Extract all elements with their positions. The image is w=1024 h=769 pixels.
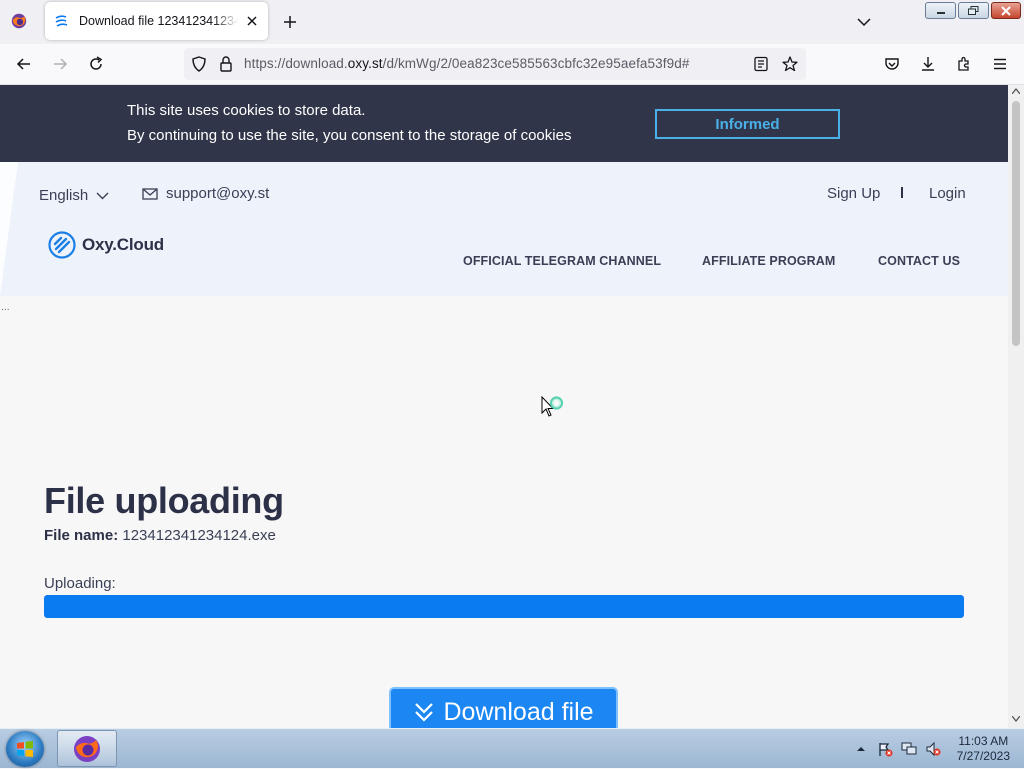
uploading-label: Uploading: — [44, 575, 116, 592]
restore-icon — [968, 6, 979, 15]
chevron-down-icon — [96, 192, 109, 199]
reader-view-icon[interactable] — [753, 56, 769, 72]
downloads-icon[interactable] — [919, 55, 937, 73]
minimize-button[interactable] — [925, 2, 956, 19]
nav-telegram-channel[interactable]: OFFICIAL TELEGRAM CHANNEL — [463, 254, 661, 268]
minimize-icon — [936, 11, 945, 14]
action-center-flag-icon[interactable] — [877, 741, 893, 757]
language-selector[interactable]: English — [39, 187, 109, 204]
support-email-text: support@oxy.st — [166, 185, 270, 202]
taskbar: 11:03 AM 7/27/2023 — [0, 728, 1024, 768]
start-button[interactable] — [6, 731, 44, 767]
taskbar-firefox-button[interactable] — [57, 730, 117, 767]
taskbar-clock[interactable]: 11:03 AM 7/27/2023 — [957, 734, 1010, 764]
cookie-accept-button[interactable]: Informed — [655, 109, 840, 139]
double-chevron-down-icon — [415, 703, 434, 722]
support-email-link[interactable]: support@oxy.st — [142, 185, 269, 202]
window-controls — [925, 2, 1021, 19]
header-decoration — [0, 162, 18, 296]
address-bar[interactable]: https://download.oxy.st/d/kmWg/2/0ea823c… — [184, 48, 806, 80]
browser-window: Download file 123412341234124.exe — [0, 0, 1024, 728]
download-file-label: Download file — [443, 697, 594, 726]
file-name-row: File name: 123412341234124.exe — [44, 527, 276, 544]
tracking-protection-shield-icon[interactable] — [190, 55, 208, 73]
new-tab-icon[interactable] — [281, 13, 299, 31]
cookie-text-line2: By continuing to use the site, you conse… — [127, 127, 572, 144]
lock-icon[interactable] — [218, 55, 234, 73]
web-page: This site uses cookies to store data. By… — [0, 85, 1008, 728]
network-icon[interactable] — [901, 741, 917, 757]
app-menu-icon[interactable] — [991, 55, 1009, 73]
url-domain: oxy.st — [347, 56, 383, 71]
clock-time: 11:03 AM — [958, 734, 1009, 748]
url-text[interactable]: https://download.oxy.st/d/kmWg/2/0ea823c… — [244, 56, 689, 71]
windows-logo-icon — [17, 741, 33, 757]
site-header: English support@oxy.st Sign Up Login Oxy… — [0, 162, 1008, 296]
forward-arrow-icon[interactable] — [51, 55, 69, 73]
language-label: English — [39, 187, 89, 204]
upload-progress-bar — [44, 595, 964, 618]
firefox-icon — [74, 735, 100, 762]
volume-muted-icon[interactable] — [925, 741, 941, 757]
close-window-icon — [1001, 5, 1011, 16]
firefox-menu-icon[interactable] — [10, 12, 28, 30]
scroll-up-icon[interactable] — [1012, 88, 1020, 94]
scrollbar-thumb[interactable] — [1012, 101, 1020, 346]
busy-cursor-icon — [541, 396, 564, 417]
oxy-cloud-logo-icon — [48, 231, 76, 259]
divider — [901, 187, 903, 198]
page-title: File uploading — [44, 480, 284, 521]
page-ellipsis: ... — [1, 303, 10, 313]
scroll-down-icon[interactable] — [1012, 716, 1020, 722]
upload-progress-fill — [44, 595, 964, 618]
nav-contact-us[interactable]: CONTACT US — [878, 254, 960, 268]
oxy-favicon-icon — [55, 15, 68, 27]
clock-date: 7/27/2023 — [956, 749, 1010, 763]
list-all-tabs-icon[interactable] — [856, 14, 872, 30]
mail-icon — [142, 187, 158, 200]
extensions-icon[interactable] — [955, 55, 973, 73]
show-hidden-icons-icon[interactable] — [853, 741, 869, 757]
close-window-button[interactable] — [991, 2, 1021, 19]
close-tab-icon[interactable] — [244, 13, 260, 29]
restore-button[interactable] — [958, 2, 989, 19]
navigation-toolbar: https://download.oxy.st/d/kmWg/2/0ea823c… — [0, 44, 1024, 85]
cookie-banner: This site uses cookies to store data. By… — [0, 85, 1008, 162]
back-arrow-icon[interactable] — [15, 55, 33, 73]
tab-download-file[interactable]: Download file 123412341234124.exe — [45, 2, 268, 40]
url-prefix: https://download. — [244, 56, 348, 71]
reload-icon[interactable] — [87, 55, 105, 73]
sign-up-link[interactable]: Sign Up — [827, 185, 880, 202]
logo-text: Oxy.Cloud — [82, 235, 164, 254]
bookmark-star-icon[interactable] — [781, 55, 799, 73]
login-link[interactable]: Login — [929, 185, 966, 202]
file-name-value: 123412341234124.exe — [122, 527, 276, 544]
url-suffix: /d/kmWg/2/0ea823ce585563cbfc32e95aefa53f… — [382, 56, 690, 71]
tab-strip: Download file 123412341234124.exe — [0, 0, 1024, 44]
tab-title: Download file 123412341234124.exe — [79, 14, 238, 28]
download-file-button[interactable]: Download file — [389, 687, 618, 728]
page-scrollbar[interactable] — [1008, 85, 1024, 728]
pocket-icon[interactable] — [883, 55, 901, 73]
cookie-text-line1: This site uses cookies to store data. — [127, 102, 366, 119]
file-name-label: File name: — [44, 527, 119, 544]
nav-affiliate-program[interactable]: AFFILIATE PROGRAM — [702, 254, 835, 268]
site-logo[interactable]: Oxy.Cloud — [48, 231, 164, 259]
system-tray: 11:03 AM 7/27/2023 — [853, 729, 1024, 769]
